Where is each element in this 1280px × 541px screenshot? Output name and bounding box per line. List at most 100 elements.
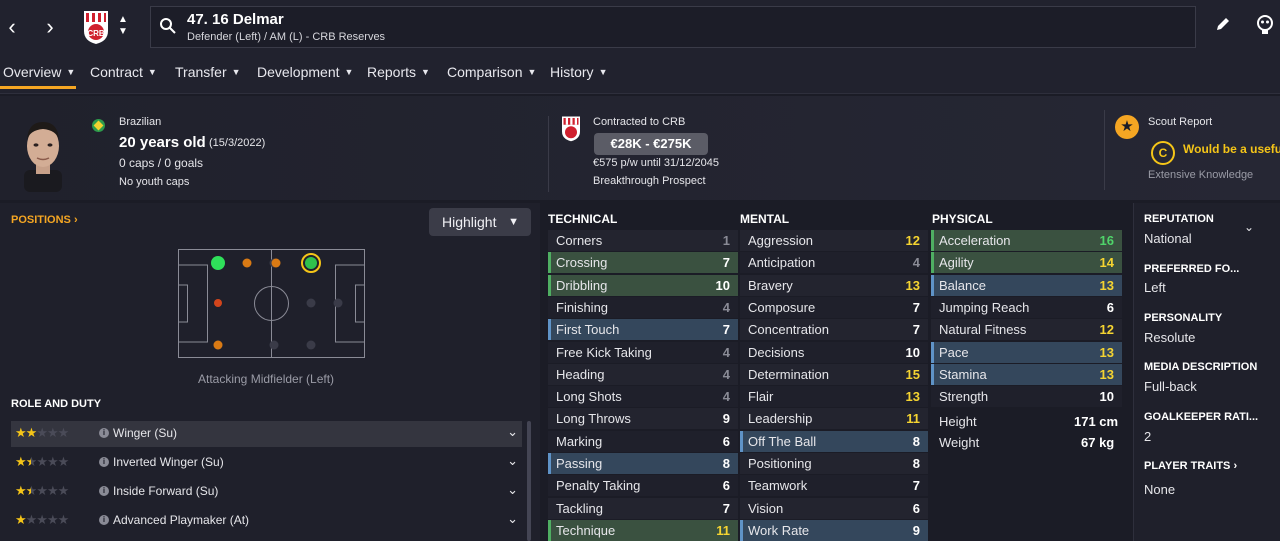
attribute-row[interactable]: Aggression 12 (740, 230, 928, 251)
contract-club-crest-icon (562, 116, 580, 142)
height-label: Height (939, 414, 977, 429)
divider (548, 116, 549, 192)
attribute-row[interactable]: Off The Ball 8 (740, 430, 928, 452)
attribute-row[interactable]: Penalty Taking 6 (548, 475, 738, 497)
club-switch-icon[interactable]: ▲ ▼ (118, 14, 128, 38)
attribute-row[interactable]: Corners 1 (548, 230, 738, 251)
chevron-down-icon[interactable]: ⌄ (1244, 220, 1254, 234)
chevron-down-icon: ▼ (508, 216, 519, 228)
info-icon[interactable]: i (99, 428, 109, 438)
highlight-dropdown[interactable]: Highlight ▼ (429, 208, 531, 236)
personality-value: Resolute (1144, 330, 1196, 345)
technical-title: TECHNICAL (548, 212, 618, 226)
attribute-row[interactable]: Concentration 7 (740, 319, 928, 341)
attribute-row[interactable]: Finishing 4 (548, 296, 738, 318)
attribute-row[interactable]: Tackling 7 (548, 497, 738, 519)
attribute-row[interactable]: Long Throws 9 (548, 408, 738, 430)
attribute-label: Balance (939, 277, 986, 293)
attribute-row[interactable]: Flair 13 (740, 386, 928, 408)
chevron-down-icon[interactable]: ⌄ (507, 424, 518, 440)
attribute-row[interactable]: Bravery 13 (740, 274, 928, 296)
player-search-box[interactable]: 47. 16 Delmar Defender (Left) / AM (L) -… (150, 6, 1196, 48)
attribute-value: 11 (906, 411, 920, 427)
player-profile-icon[interactable] (1256, 15, 1274, 35)
attribute-value: 4 (722, 389, 730, 405)
attribute-row[interactable]: Balance 13 (931, 274, 1122, 296)
weight-value: 67 kg (1081, 435, 1115, 450)
positions-title-link[interactable]: POSITIONS › (11, 214, 78, 226)
attribute-row[interactable]: Strength 10 (931, 386, 1122, 408)
chevron-down-icon[interactable]: ⌄ (507, 511, 518, 527)
edit-pencil-icon[interactable] (1215, 16, 1231, 32)
attribute-row[interactable]: Acceleration 16 (931, 230, 1122, 251)
chevron-down-icon[interactable]: ⌄ (507, 482, 518, 498)
attribute-row[interactable]: Stamina 13 (931, 363, 1122, 385)
player-age: 20 years old (119, 134, 206, 151)
attribute-label: Determination (748, 366, 829, 382)
menu-history[interactable]: History ▼ (550, 64, 607, 80)
attribute-row[interactable]: Natural Fitness 12 (931, 319, 1122, 341)
attribute-row[interactable]: Passing 8 (548, 453, 738, 474)
attribute-row[interactable]: Dribbling 10 (548, 274, 738, 296)
attribute-row[interactable]: Heading 4 (548, 363, 738, 385)
info-icon[interactable]: i (99, 457, 109, 467)
attribute-row[interactable]: Long Shots 4 (548, 386, 738, 408)
roles-scrollbar[interactable] (527, 421, 531, 541)
player-status: Breakthrough Prospect (593, 175, 706, 187)
role-rating-stars: ★★★★★ (15, 512, 69, 527)
attribute-row[interactable]: Free Kick Taking 4 (548, 341, 738, 363)
weight-label: Weight (939, 435, 980, 450)
attribute-value: 13 (905, 389, 920, 405)
attribute-label: Technique (556, 522, 616, 538)
menu-reports[interactable]: Reports ▼ (367, 64, 430, 80)
back-arrow-icon[interactable]: ‹ (0, 14, 24, 40)
attribute-row[interactable]: Jumping Reach 6 (931, 296, 1122, 318)
attribute-row[interactable]: Anticipation 4 (740, 252, 928, 274)
attribute-label: Pace (939, 344, 969, 360)
scout-report-title[interactable]: Scout Report (1148, 116, 1212, 128)
menu-comparison[interactable]: Comparison ▼ (447, 64, 536, 80)
attribute-row[interactable]: Technique 11 (548, 519, 738, 541)
attribute-value: 7 (722, 255, 730, 271)
attribute-row[interactable]: Work Rate 9 (740, 519, 928, 541)
reputation-title: REPUTATION (1144, 213, 1214, 225)
attribute-value: 14 (1099, 255, 1114, 271)
transfer-value-pill[interactable]: €28K - €275K (594, 133, 708, 155)
menu-development[interactable]: Development ▼ (257, 64, 353, 80)
attribute-row[interactable]: Leadership 11 (740, 408, 928, 430)
forward-arrow-icon[interactable]: › (38, 14, 62, 40)
info-icon[interactable]: i (99, 515, 109, 525)
attribute-row[interactable]: Vision 6 (740, 497, 928, 519)
search-icon[interactable] (159, 17, 177, 35)
club-crest-icon[interactable]: CRB (80, 9, 112, 45)
role-row[interactable]: ★★★★★ i Winger (Su) ⌄ (11, 421, 522, 447)
menu-contract[interactable]: Contract ▼ (90, 64, 157, 80)
attribute-row[interactable]: Agility 14 (931, 252, 1122, 274)
info-icon[interactable]: i (99, 486, 109, 496)
attribute-row[interactable]: Marking 6 (548, 430, 738, 452)
attribute-value: 8 (912, 456, 920, 471)
attribute-value: 13 (905, 277, 920, 293)
attribute-row[interactable]: Pace 13 (931, 341, 1122, 363)
role-row[interactable]: ★★★★★ i Inverted Winger (Su) ⌄ (11, 450, 522, 476)
attribute-row[interactable]: First Touch 7 (548, 319, 738, 341)
attribute-value: 9 (912, 522, 920, 538)
attribute-row[interactable]: Positioning 8 (740, 453, 928, 474)
attribute-label: Agility (939, 255, 974, 271)
role-rating-stars: ★★★★★ (15, 483, 69, 498)
attribute-row[interactable]: Teamwork 7 (740, 475, 928, 497)
attribute-row[interactable]: Composure 7 (740, 296, 928, 318)
attribute-label: Strength (939, 389, 989, 405)
player-traits-link[interactable]: PLAYER TRAITS › (1144, 460, 1237, 472)
role-row[interactable]: ★★★★★ i Advanced Playmaker (At) ⌄ (11, 508, 522, 534)
attribute-label: Anticipation (748, 255, 816, 271)
attribute-value: 4 (722, 366, 730, 382)
media-description-value: Full-back (1144, 379, 1197, 394)
attribute-row[interactable]: Crossing 7 (548, 252, 738, 274)
menu-transfer[interactable]: Transfer ▼ (175, 64, 241, 80)
role-row[interactable]: ★★★★★ i Inside Forward (Su) ⌄ (11, 479, 522, 505)
menu-overview[interactable]: Overview ▼ (3, 64, 75, 80)
chevron-down-icon[interactable]: ⌄ (507, 453, 518, 469)
attribute-row[interactable]: Decisions 10 (740, 341, 928, 363)
attribute-row[interactable]: Determination 15 (740, 363, 928, 385)
